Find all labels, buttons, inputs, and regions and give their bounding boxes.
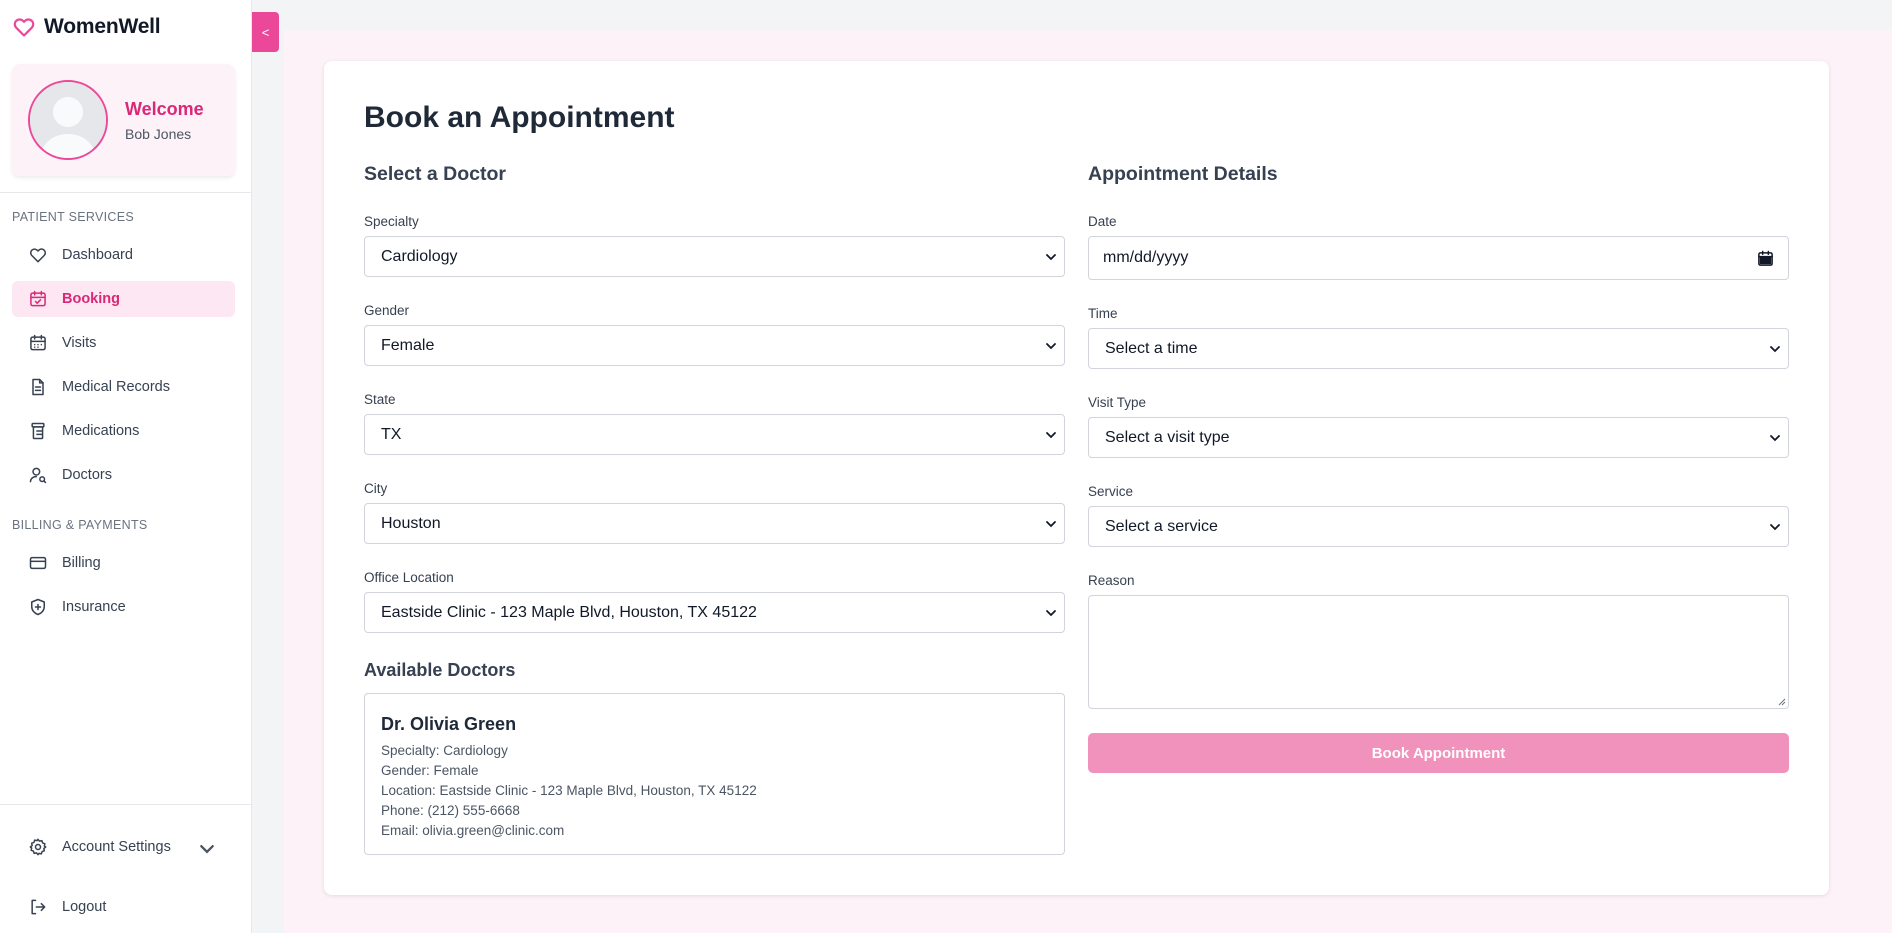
heart-icon bbox=[29, 248, 47, 263]
sidebar-item-label: Insurance bbox=[62, 599, 126, 615]
state-value: TX bbox=[381, 425, 402, 443]
doctor-specialty: Specialty: Cardiology bbox=[381, 743, 508, 758]
sidebar-item-medications[interactable]: Medications bbox=[12, 413, 235, 449]
avatar-placeholder-icon bbox=[30, 82, 106, 158]
state-select[interactable]: TX bbox=[364, 414, 1065, 455]
user-search-icon bbox=[29, 467, 47, 484]
calendar-picker-icon[interactable] bbox=[1757, 250, 1774, 267]
gender-value: Female bbox=[381, 336, 435, 354]
booking-card: Book an Appointment Select a Doctor Spec… bbox=[324, 61, 1829, 895]
gear-icon bbox=[29, 838, 47, 856]
welcome-title: Welcome bbox=[125, 98, 204, 119]
account-settings-button[interactable]: Account Settings bbox=[12, 829, 235, 865]
sidebar-item-medical-records[interactable]: Medical Records bbox=[12, 369, 235, 405]
sidebar-item-billing[interactable]: Billing bbox=[12, 545, 235, 581]
visit-type-value: Select a visit type bbox=[1105, 428, 1230, 446]
doctor-location: Location: Eastside Clinic - 123 Maple Bl… bbox=[381, 783, 757, 798]
section-label-patient-services: PATIENT SERVICES bbox=[12, 210, 134, 224]
sidebar-item-label: Visits bbox=[62, 335, 97, 351]
time-select[interactable]: Select a time bbox=[1088, 328, 1789, 369]
office-location-label: Office Location bbox=[364, 570, 454, 585]
reason-textarea[interactable] bbox=[1088, 595, 1789, 709]
logout-icon bbox=[31, 899, 46, 915]
resize-handle-icon[interactable] bbox=[1777, 697, 1786, 706]
state-label: State bbox=[364, 392, 396, 407]
chevron-down-icon bbox=[1046, 432, 1056, 439]
doctor-name: Dr. Olivia Green bbox=[381, 714, 517, 734]
reason-label: Reason bbox=[1088, 573, 1135, 588]
service-value: Select a service bbox=[1105, 517, 1218, 535]
account-settings-label: Account Settings bbox=[62, 839, 171, 855]
sidebar-item-label: Billing bbox=[62, 555, 101, 571]
chevron-down-icon bbox=[1046, 254, 1056, 261]
specialty-value: Cardiology bbox=[381, 247, 458, 265]
shield-plus-icon bbox=[31, 598, 45, 616]
pill-bottle-icon bbox=[31, 422, 45, 440]
section-label-billing: BILLING & PAYMENTS bbox=[12, 518, 148, 532]
sidebar-item-booking[interactable]: Booking bbox=[12, 281, 235, 317]
appointment-details-heading: Appointment Details bbox=[1088, 163, 1278, 185]
time-value: Select a time bbox=[1105, 339, 1198, 357]
service-select[interactable]: Select a service bbox=[1088, 506, 1789, 547]
doctor-gender: Gender: Female bbox=[381, 763, 479, 778]
visit-type-label: Visit Type bbox=[1088, 395, 1147, 410]
divider bbox=[0, 804, 251, 805]
brand[interactable]: WomenWell bbox=[12, 14, 161, 40]
chevron-down-icon bbox=[1046, 610, 1056, 617]
office-location-value: Eastside Clinic - 123 Maple Blvd, Housto… bbox=[381, 603, 757, 621]
sidebar-item-label: Medications bbox=[62, 423, 140, 439]
logout-label: Logout bbox=[62, 899, 107, 915]
page-title: Book an Appointment bbox=[364, 101, 675, 134]
doctor-phone: Phone: (212) 555-6668 bbox=[381, 803, 520, 818]
user-name: Bob Jones bbox=[125, 125, 192, 142]
sidebar-item-label: Dashboard bbox=[62, 247, 133, 263]
chevron-down-icon bbox=[1770, 346, 1780, 353]
available-doctors-heading: Available Doctors bbox=[364, 660, 516, 680]
calendar-icon bbox=[30, 334, 46, 351]
divider bbox=[0, 192, 251, 193]
sidebar-item-visits[interactable]: Visits bbox=[12, 325, 235, 361]
gender-select[interactable]: Female bbox=[364, 325, 1065, 366]
document-icon bbox=[32, 378, 44, 396]
doctor-email: Email: olivia.green@clinic.com bbox=[381, 823, 565, 838]
sidebar-collapse-button[interactable]: < bbox=[252, 12, 279, 52]
specialty-label: Specialty bbox=[364, 214, 419, 229]
time-label: Time bbox=[1088, 306, 1118, 321]
sidebar-item-label: Booking bbox=[62, 291, 120, 307]
chevron-down-icon bbox=[1770, 435, 1780, 442]
sidebar-item-dashboard[interactable]: Dashboard bbox=[12, 237, 235, 273]
visit-type-select[interactable]: Select a visit type bbox=[1088, 417, 1789, 458]
welcome-card: Welcome Bob Jones bbox=[12, 64, 235, 176]
specialty-select[interactable]: Cardiology bbox=[364, 236, 1065, 277]
date-label: Date bbox=[1088, 214, 1117, 229]
date-input[interactable]: mm/dd/yyyy bbox=[1088, 236, 1789, 280]
office-location-select[interactable]: Eastside Clinic - 123 Maple Blvd, Housto… bbox=[364, 592, 1065, 633]
gender-label: Gender bbox=[364, 303, 410, 318]
city-select[interactable]: Houston bbox=[364, 503, 1065, 544]
chevron-down-icon bbox=[1770, 524, 1780, 531]
sidebar-item-label: Medical Records bbox=[62, 379, 170, 395]
chevron-down-icon bbox=[1046, 521, 1056, 528]
sidebar-item-doctors[interactable]: Doctors bbox=[12, 457, 235, 493]
logout-button[interactable]: Logout bbox=[12, 889, 235, 925]
brand-name: WomenWell bbox=[44, 15, 161, 38]
chevron-down-icon bbox=[1046, 343, 1056, 350]
service-label: Service bbox=[1088, 484, 1134, 499]
avatar bbox=[28, 80, 108, 160]
chevron-down-icon bbox=[200, 845, 214, 854]
city-label: City bbox=[364, 481, 388, 496]
heart-logo-icon bbox=[13, 18, 35, 37]
date-placeholder: mm/dd/yyyy bbox=[1103, 249, 1189, 266]
select-doctor-heading: Select a Doctor bbox=[364, 163, 506, 185]
sidebar-item-insurance[interactable]: Insurance bbox=[12, 589, 235, 625]
sidebar: WomenWell Welcome Bob Jones PATIENT SERV… bbox=[0, 0, 252, 933]
book-appointment-button[interactable]: Book Appointment bbox=[1088, 733, 1789, 773]
credit-card-icon bbox=[29, 556, 47, 570]
calendar-check-icon bbox=[30, 290, 46, 307]
sidebar-item-label: Doctors bbox=[62, 467, 112, 483]
doctor-card[interactable]: Dr. Olivia Green Specialty: Cardiology G… bbox=[364, 693, 1065, 855]
city-value: Houston bbox=[381, 514, 441, 532]
